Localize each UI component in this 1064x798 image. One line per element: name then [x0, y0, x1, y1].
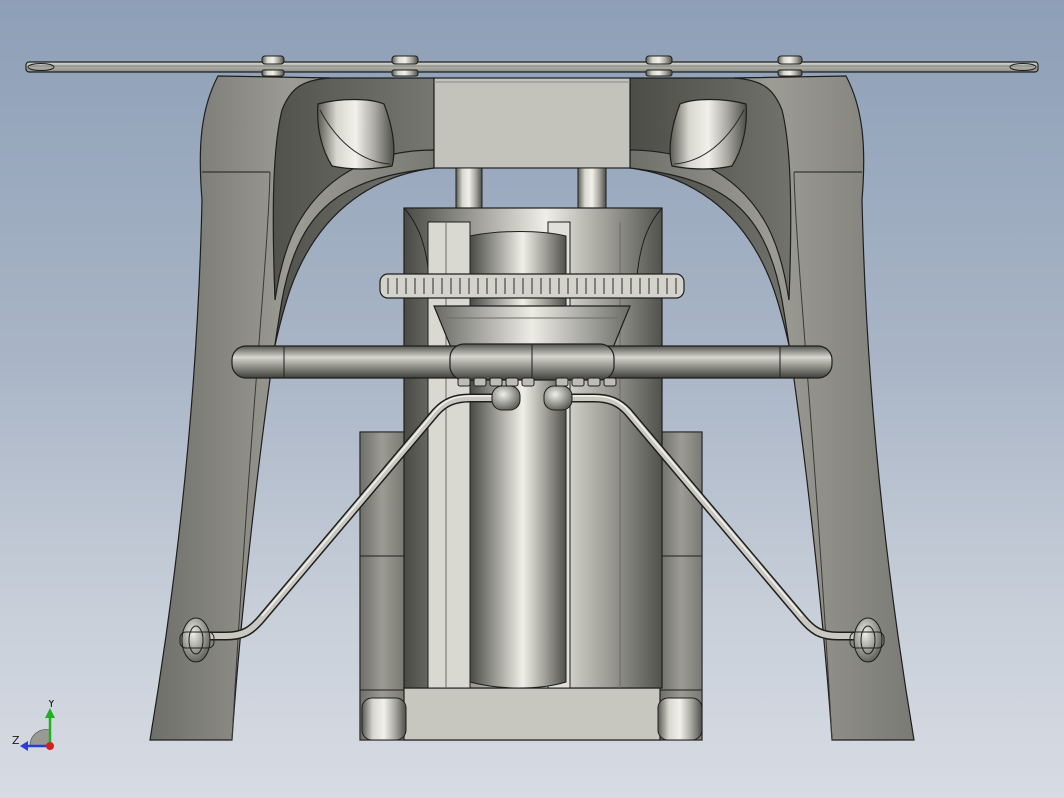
clamp-nut	[571, 377, 585, 387]
graphics-viewport[interactable]: Y Z	[0, 0, 1064, 798]
y-axis-label: Y	[47, 700, 55, 710]
clamp-nut	[457, 377, 471, 387]
view-orientation-triad[interactable]: Y Z	[8, 700, 68, 760]
clamp-nut	[473, 377, 487, 387]
axle-tube[interactable]	[231, 343, 833, 381]
clamp-nut	[555, 377, 569, 387]
clamp-nut	[587, 377, 601, 387]
z-axis-label: Z	[12, 734, 20, 747]
x-axis-point-icon	[46, 742, 54, 750]
clamp-nut	[603, 377, 617, 387]
top-plate[interactable]	[25, 61, 1039, 73]
clamp-nut	[505, 377, 519, 387]
cad-model-view[interactable]	[0, 0, 1064, 798]
clamp-nut	[489, 377, 503, 387]
center-mount-block[interactable]	[433, 77, 631, 169]
clamp-nut	[521, 377, 535, 387]
brake-disc[interactable]	[379, 273, 685, 299]
